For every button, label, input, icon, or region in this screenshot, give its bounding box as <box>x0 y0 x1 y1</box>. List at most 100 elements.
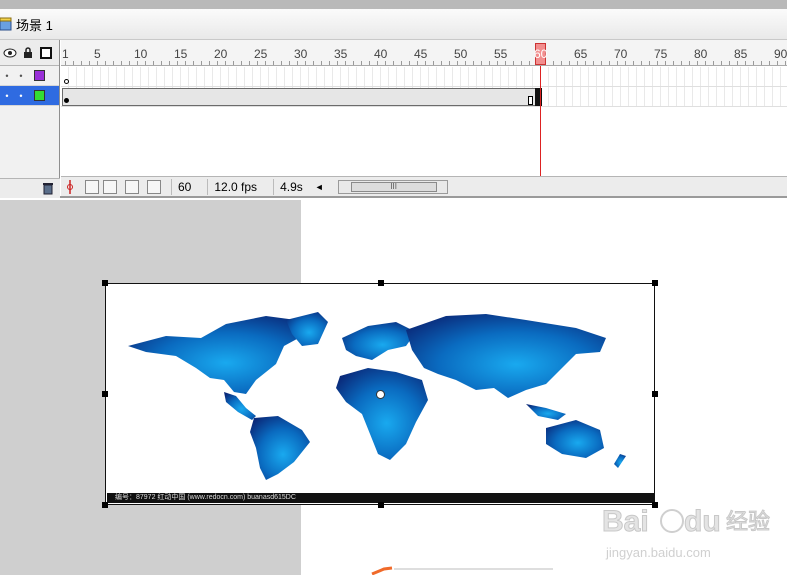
ruler-number: 25 <box>254 47 268 61</box>
ruler-tick <box>481 61 482 65</box>
ruler-number: 75 <box>654 47 668 61</box>
ruler-tick <box>777 61 778 65</box>
timeline-panel: • • • • 1 5 10 15 20 25 30 35 40 45 50 55 60 65 70 75 80… <box>0 40 787 198</box>
ruler-number: 45 <box>414 47 428 61</box>
empty-keyframe[interactable] <box>64 79 69 84</box>
trash-icon[interactable] <box>42 182 54 195</box>
ruler-tick <box>177 61 178 65</box>
ruler-tick <box>529 61 530 65</box>
onion-outline-button[interactable] <box>103 179 117 194</box>
center-frame-icon[interactable] <box>63 179 77 195</box>
layer-lock-dot[interactable]: • <box>14 91 28 101</box>
ruler-tick <box>97 61 98 65</box>
ruler-tick <box>129 61 130 65</box>
current-frame-readout: 60 <box>171 178 197 195</box>
layer-visible-dot[interactable]: • <box>0 71 14 81</box>
ruler-tick <box>361 61 362 65</box>
ruler-tick <box>729 61 730 65</box>
layer-row-1[interactable]: • • <box>0 66 59 86</box>
ruler-tick <box>569 61 570 65</box>
ruler-tick <box>489 61 490 65</box>
ruler-tick <box>65 61 66 65</box>
ruler-tick <box>505 61 506 65</box>
world-map-graphic <box>128 312 626 480</box>
onion-skin-button[interactable] <box>85 179 99 194</box>
scrollbar-thumb[interactable]: III <box>350 181 437 192</box>
ruler-tick <box>753 61 754 65</box>
ruler-tick <box>633 61 634 65</box>
edit-multiple-button[interactable] <box>125 179 139 194</box>
ruler-tick <box>153 61 154 65</box>
transform-handle-ml[interactable] <box>102 391 108 397</box>
layer-color-swatch[interactable] <box>34 70 45 81</box>
transform-handle-mr[interactable] <box>652 391 658 397</box>
frame-ruler[interactable]: 1 5 10 15 20 25 30 35 40 45 50 55 60 65 70 75 80 85 90 <box>61 40 787 66</box>
scene-label[interactable]: 场景 1 <box>16 15 53 34</box>
ruler-tick <box>257 61 258 65</box>
ruler-tick <box>745 61 746 65</box>
layer-color-swatch[interactable] <box>34 90 45 101</box>
ruler-number: 80 <box>694 47 708 61</box>
ruler-number: 35 <box>334 47 348 61</box>
onion-markers-button[interactable] <box>147 179 161 194</box>
ruler-tick <box>673 61 674 65</box>
transform-handle-tl[interactable] <box>102 280 108 286</box>
ruler-tick <box>665 61 666 65</box>
layer-lock-dot[interactable]: • <box>14 71 28 81</box>
ruler-tick <box>169 61 170 65</box>
ruler-tick <box>649 61 650 65</box>
ruler-tick <box>433 61 434 65</box>
transform-handle-bm[interactable] <box>378 502 384 508</box>
timeline-status-bar: 60 12.0 fps 4.9s ◄ III <box>61 176 787 196</box>
ruler-tick <box>241 61 242 65</box>
ruler-tick <box>193 61 194 65</box>
outline-icon[interactable] <box>38 45 54 61</box>
ruler-tick <box>657 61 658 65</box>
scene-clapper-icon <box>0 17 12 31</box>
ruler-tick <box>705 61 706 65</box>
timeline-scrollbar[interactable]: III <box>337 179 448 194</box>
frame-row-2[interactable] <box>61 87 787 107</box>
layer-visible-dot[interactable]: • <box>0 91 14 101</box>
frame-rate-readout[interactable]: 12.0 fps <box>207 178 263 195</box>
ruler-number: 85 <box>734 47 748 61</box>
ruler-tick <box>449 61 450 65</box>
ruler-tick <box>121 61 122 65</box>
ruler-number: 10 <box>134 47 148 61</box>
ruler-number: 15 <box>174 47 188 61</box>
ruler-tick <box>377 61 378 65</box>
ruler-tick <box>297 61 298 65</box>
lock-icon[interactable] <box>20 45 36 61</box>
world-map-image[interactable]: 编号：87972 红动中国 (www.redocn.com) buanasd61… <box>102 280 658 508</box>
ruler-number: 60 <box>534 47 548 61</box>
registration-point[interactable] <box>376 390 385 399</box>
end-frame-marker[interactable] <box>528 96 533 105</box>
layer-header <box>0 40 59 66</box>
keyframe-start[interactable] <box>64 98 69 103</box>
ruler-tick <box>601 61 602 65</box>
ruler-number: 70 <box>614 47 628 61</box>
layer-row-2[interactable]: • • <box>0 86 59 106</box>
frame-row-1[interactable] <box>61 67 787 87</box>
ruler-tick <box>561 61 562 65</box>
ruler-tick <box>265 61 266 65</box>
transform-handle-tm[interactable] <box>378 280 384 286</box>
ruler-tick <box>465 61 466 65</box>
ruler-tick <box>73 61 74 65</box>
ruler-tick <box>105 61 106 65</box>
ruler-tick <box>217 61 218 65</box>
scroll-left-arrow[interactable]: ◄ <box>315 182 324 192</box>
frame-span[interactable] <box>62 88 540 106</box>
ruler-tick <box>553 61 554 65</box>
ruler-tick <box>497 61 498 65</box>
transform-handle-tr[interactable] <box>652 280 658 286</box>
ruler-number: 30 <box>294 47 308 61</box>
ruler-number: 1 <box>62 47 69 61</box>
baidu-jingyan-watermark: Bai du 经验 jingyan.baidu.com <box>602 505 771 561</box>
transform-handle-bl[interactable] <box>102 502 108 508</box>
svg-text:du: du <box>684 505 721 538</box>
elapsed-time-readout: 4.9s <box>273 178 309 195</box>
frames-area[interactable]: 1 5 10 15 20 25 30 35 40 45 50 55 60 65 70 75 80 85 90 <box>61 40 787 198</box>
ruler-tick <box>513 61 514 65</box>
eye-icon[interactable] <box>2 45 18 61</box>
